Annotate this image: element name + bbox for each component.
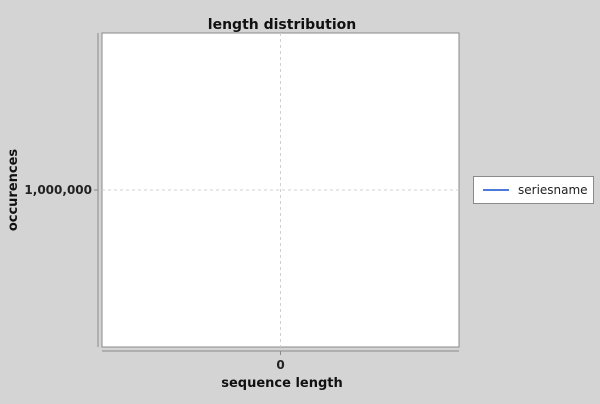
x-tick-label: 0	[276, 358, 284, 372]
y-tick-label: 1,000,000	[24, 183, 92, 197]
legend: seriesname	[473, 176, 594, 204]
chart-container: length distribution 0 1,000,000 sequence …	[0, 0, 600, 400]
y-axis-label: occurences	[6, 149, 21, 232]
legend-series-swatch	[483, 189, 509, 191]
x-axis-label: sequence length	[221, 376, 343, 391]
chart-title: length distribution	[208, 17, 356, 33]
legend-series-label: seriesname	[518, 183, 588, 197]
